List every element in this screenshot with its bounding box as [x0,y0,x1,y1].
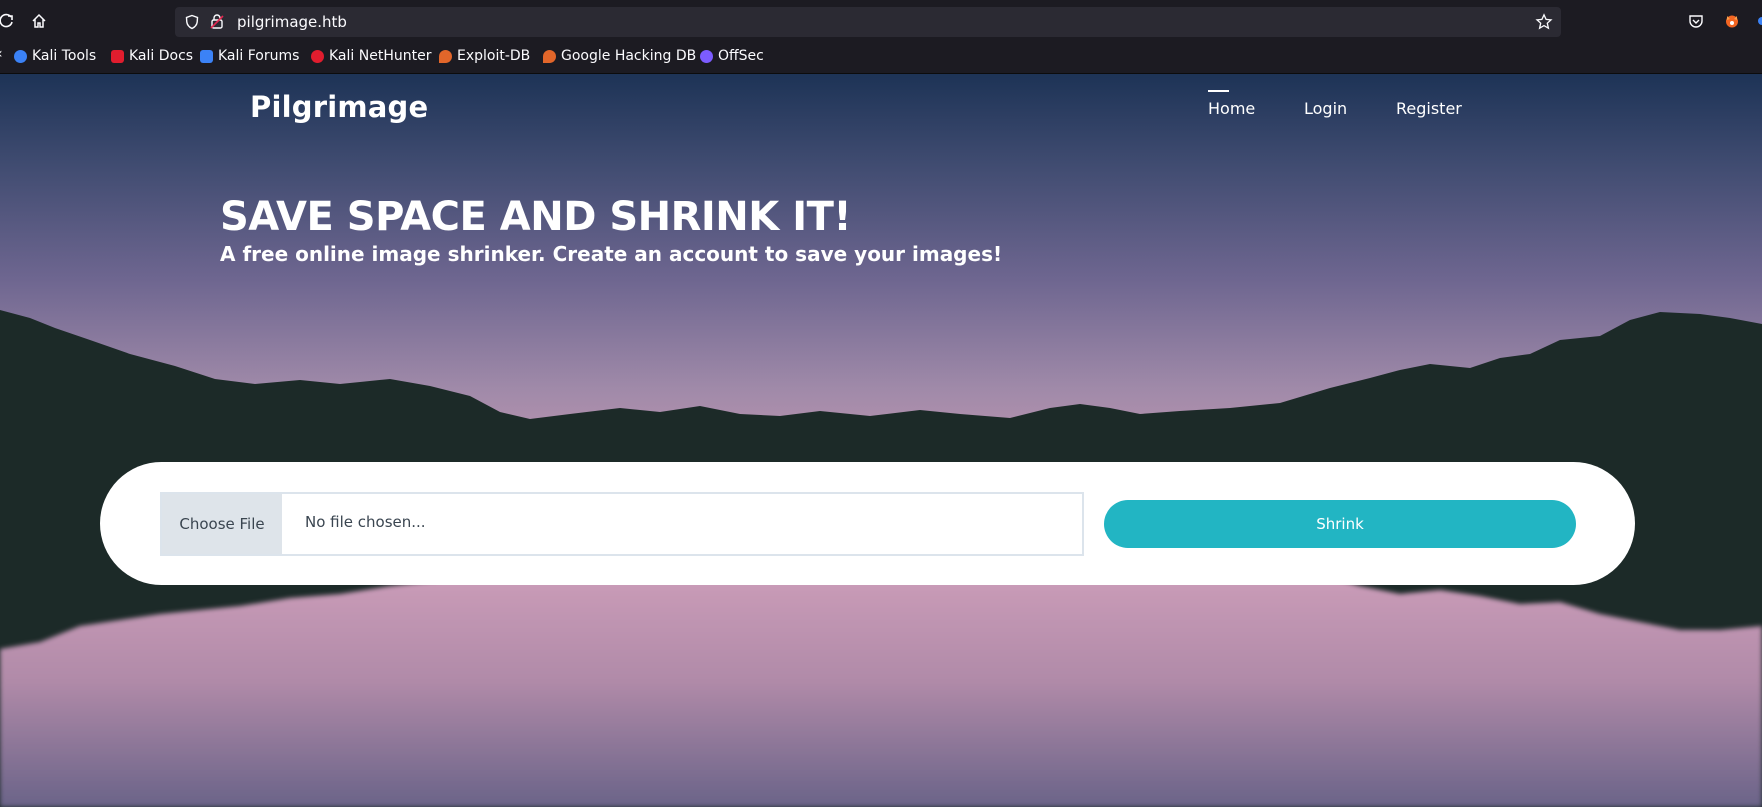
mountain-lake-background [0,310,1762,807]
page-viewport: Pilgrimage Home Login Register SAVE SPAC… [0,74,1762,807]
choose-file-button[interactable]: Choose File [162,494,282,554]
extension-fox-icon[interactable] [1722,11,1742,31]
kali-tools-icon [14,49,27,63]
home-icon[interactable] [29,11,49,31]
nav-home-link[interactable]: Home [1208,99,1255,118]
bookmark-offsec[interactable]: OffSec [700,48,764,64]
exploit-db-icon [439,49,452,63]
reload-icon[interactable] [0,11,16,31]
overflow-dot-icon[interactable] [1752,11,1762,31]
chevron-overflow-icon[interactable]: ‹ [0,46,3,62]
kali-docs-icon [111,49,124,63]
bookmark-label: Kali NetHunter [329,48,432,64]
bookmark-label: Google Hacking DB [561,48,697,64]
kali-nethunter-icon [311,49,324,63]
file-status-text: No file chosen... [305,513,426,531]
offsec-icon [700,49,713,63]
bookmark-label: Kali Forums [218,48,300,64]
shrink-button[interactable]: Shrink [1104,500,1576,548]
pocket-icon[interactable] [1686,11,1706,31]
bookmark-star-icon[interactable] [1535,13,1553,35]
google-hacking-db-icon [543,49,556,63]
address-bar[interactable]: pilgrimage.htb [175,7,1561,37]
site-logo[interactable]: Pilgrimage [250,90,428,124]
bookmark-google-hacking-db[interactable]: Google Hacking DB [543,48,696,64]
hero-title: SAVE SPACE AND SHRINK IT! [220,194,852,240]
bookmark-label: Kali Docs [129,48,194,64]
bookmark-label: Exploit-DB [457,48,531,64]
url-text[interactable]: pilgrimage.htb [237,13,347,31]
bookmarks-toolbar: ‹ Kali Tools Kali Docs Kali Forums Kali … [0,42,1762,74]
kali-forums-icon [200,49,213,63]
nav-login-link[interactable]: Login [1304,99,1347,118]
file-input[interactable]: Choose File No file chosen... [160,492,1084,556]
upload-form: Choose File No file chosen... Shrink [100,462,1635,585]
shield-icon[interactable] [184,14,200,34]
bookmark-label: OffSec [718,48,764,64]
bookmark-kali-tools[interactable]: Kali Tools [14,48,96,64]
bookmark-kali-docs[interactable]: Kali Docs [111,48,193,64]
bookmark-label: Kali Tools [32,48,97,64]
hero-subtitle: A free online image shrinker. Create an … [220,242,1003,266]
insecure-lock-icon[interactable] [209,13,225,34]
nav-active-indicator [1208,90,1229,92]
nav-register-link[interactable]: Register [1396,99,1462,118]
bookmark-exploit-db[interactable]: Exploit-DB [439,48,530,64]
bookmark-kali-nethunter[interactable]: Kali NetHunter [311,48,431,64]
browser-toolbar: pilgrimage.htb [0,0,1762,42]
bookmark-kali-forums[interactable]: Kali Forums [200,48,299,64]
